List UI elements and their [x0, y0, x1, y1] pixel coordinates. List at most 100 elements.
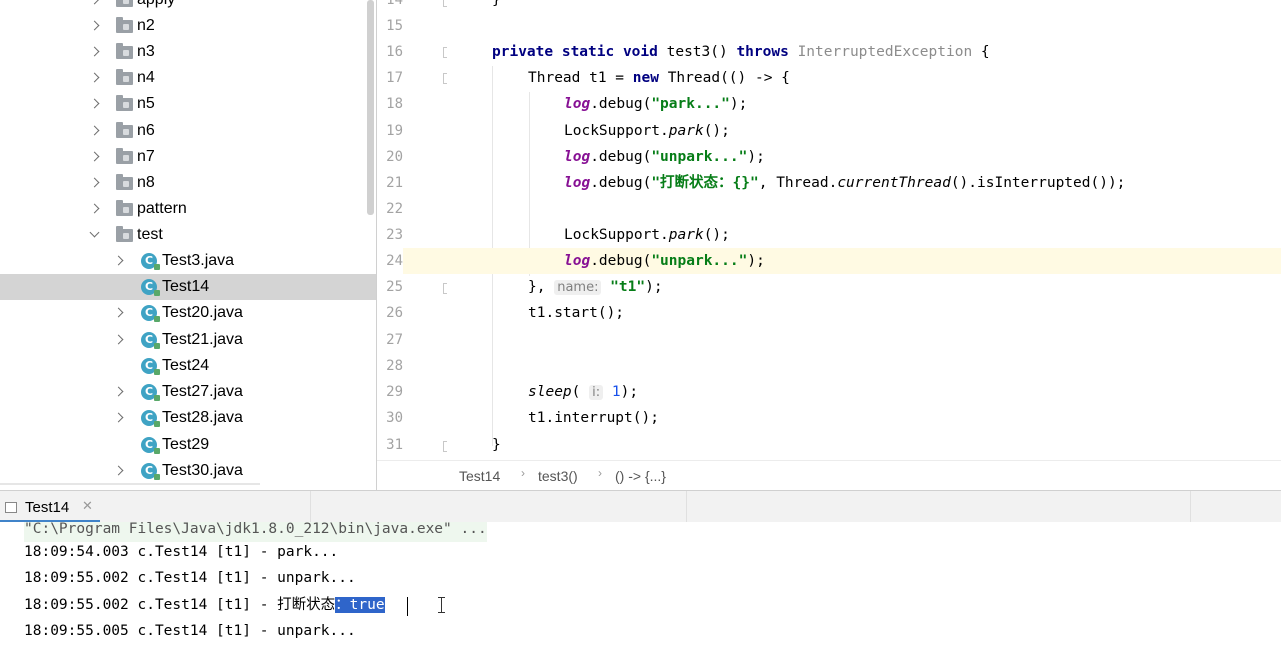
tree-item-n2[interactable]: n2: [0, 13, 376, 39]
parameter-hint: i:: [589, 385, 604, 400]
line-number: 27: [386, 332, 403, 348]
text-caret: [407, 597, 408, 616]
line-number: 28: [386, 358, 403, 374]
code-line-29[interactable]: sleep( i: 1);: [447, 379, 1281, 405]
tree-item-n3[interactable]: n3: [0, 39, 376, 65]
tree-item-test27[interactable]: C Test27.java: [0, 379, 376, 405]
chevron-right-icon[interactable]: [90, 0, 100, 13]
code-line-21[interactable]: log.debug("打断状态：{}", Thread.currentThrea…: [447, 170, 1281, 196]
line-number: 25: [386, 279, 403, 295]
line-number: 24: [386, 253, 403, 269]
ibeam-cursor-icon: [437, 595, 447, 615]
tree-scrollbar[interactable]: [367, 0, 374, 215]
tree-item-n5[interactable]: n5: [0, 91, 376, 117]
code-line-18[interactable]: log.debug("park...");: [447, 91, 1281, 117]
tree-item-pattern[interactable]: pattern: [0, 196, 376, 222]
chevron-right-icon[interactable]: [114, 248, 124, 274]
code-line-17[interactable]: Thread t1 = new Thread(() -> {: [447, 65, 1281, 91]
console-icon: [5, 502, 17, 513]
folder-icon: [116, 200, 133, 216]
line-number: 19: [386, 123, 403, 139]
folder-icon: [116, 17, 133, 33]
java-class-icon: C: [141, 437, 160, 454]
java-class-icon: C: [141, 463, 160, 480]
line-number: 15: [386, 18, 403, 34]
line-number: 22: [386, 201, 403, 217]
chevron-right-icon[interactable]: [90, 196, 100, 222]
close-icon[interactable]: ✕: [82, 499, 93, 514]
console-output[interactable]: "C:\Program Files\Java\jdk1.8.0_212\bin\…: [0, 522, 1281, 653]
code-line-25[interactable]: }, name: "t1");: [447, 274, 1281, 300]
chevron-right-icon[interactable]: [90, 118, 100, 144]
code-line-19[interactable]: LockSupport.park();: [447, 118, 1281, 144]
folder-icon: [116, 0, 133, 7]
tree-item-test24[interactable]: C Test24: [0, 353, 376, 379]
tree-item-n4[interactable]: n4: [0, 65, 376, 91]
tree-item-test29[interactable]: C Test29: [0, 432, 376, 458]
code-line-23[interactable]: LockSupport.park();: [447, 222, 1281, 248]
parameter-hint: name:: [554, 280, 602, 295]
java-class-icon: C: [141, 253, 160, 270]
code-line-20[interactable]: log.debug("unpark...");: [447, 144, 1281, 170]
divider: [310, 491, 311, 523]
java-class-icon: C: [141, 384, 160, 401]
folder-icon: [116, 226, 133, 242]
line-number: 16: [386, 44, 403, 60]
console-line: 18:09:55.002 c.Test14 [t1] - unpark...: [24, 570, 356, 586]
code-line-31[interactable]: }: [447, 432, 1281, 458]
folder-icon: [116, 148, 133, 164]
console-line: 18:09:54.003 c.Test14 [t1] - park...: [24, 544, 339, 560]
tree-item-test20[interactable]: C Test20.java: [0, 300, 376, 326]
chevron-right-icon[interactable]: [114, 300, 124, 326]
line-number: 17: [386, 70, 403, 86]
chevron-right-icon[interactable]: [90, 13, 100, 39]
project-tree: apply n2 n3 n4 n5 n6 n7 n8 pattern: [0, 0, 376, 488]
horizontal-scrollbar[interactable]: [0, 483, 260, 485]
tree-item-test3[interactable]: C Test3.java: [0, 248, 376, 274]
chevron-right-icon[interactable]: [114, 327, 124, 353]
tree-item-test28[interactable]: C Test28.java: [0, 405, 376, 431]
code-line-24[interactable]: log.debug("unpark...");: [447, 248, 1281, 274]
chevron-right-icon[interactable]: [114, 405, 124, 431]
chevron-right-icon[interactable]: [90, 144, 100, 170]
breadcrumb-item-lambda[interactable]: () -> {...}: [615, 468, 666, 484]
line-number: 23: [386, 227, 403, 243]
line-number: 29: [386, 384, 403, 400]
java-class-icon: C: [141, 410, 160, 427]
console-line: 18:09:55.002 c.Test14 [t1] - 打断状态：true: [24, 597, 385, 613]
code-line-30[interactable]: t1.interrupt();: [447, 405, 1281, 431]
tree-item-test21[interactable]: C Test21.java: [0, 327, 376, 353]
chevron-right-icon[interactable]: [114, 458, 124, 484]
tree-item-test14[interactable]: C Test14: [0, 274, 376, 300]
chevron-down-icon[interactable]: [90, 222, 100, 248]
line-number: 31: [386, 437, 403, 453]
java-class-icon: C: [141, 279, 160, 296]
breadcrumb-item-method[interactable]: test3(): [538, 468, 578, 484]
chevron-right-icon[interactable]: [90, 170, 100, 196]
chevron-right-icon[interactable]: [114, 379, 124, 405]
tree-item-apply[interactable]: apply: [0, 0, 376, 13]
java-class-icon: C: [141, 305, 160, 322]
code-line-26[interactable]: t1.start();: [447, 300, 1281, 326]
current-line-gutter-highlight: [403, 248, 447, 274]
chevron-right-icon[interactable]: [90, 91, 100, 117]
tree-item-n7[interactable]: n7: [0, 144, 376, 170]
java-class-icon: C: [141, 332, 160, 349]
folder-icon: [116, 69, 133, 85]
folder-icon: [116, 95, 133, 111]
tree-item-test[interactable]: test: [0, 222, 376, 248]
run-tool-window-header: Test14 ✕: [0, 490, 1281, 523]
run-tab-test14[interactable]: Test14 ✕: [0, 491, 100, 523]
code-line-16[interactable]: private static void test3() throws Inter…: [447, 39, 1281, 65]
line-number: 18: [386, 96, 403, 112]
chevron-right-icon[interactable]: [90, 65, 100, 91]
code-line-14[interactable]: }: [447, 0, 1281, 13]
folder-icon: [116, 43, 133, 59]
breadcrumb-item-class[interactable]: Test14: [459, 468, 500, 484]
chevron-right-icon[interactable]: [90, 39, 100, 65]
tree-item-n8[interactable]: n8: [0, 170, 376, 196]
tree-item-n6[interactable]: n6: [0, 118, 376, 144]
tree-item-test30[interactable]: C Test30.java: [0, 458, 376, 484]
line-number: 14: [386, 0, 403, 8]
breadcrumb: Test14 › test3() › () -> {...}: [377, 460, 1281, 490]
